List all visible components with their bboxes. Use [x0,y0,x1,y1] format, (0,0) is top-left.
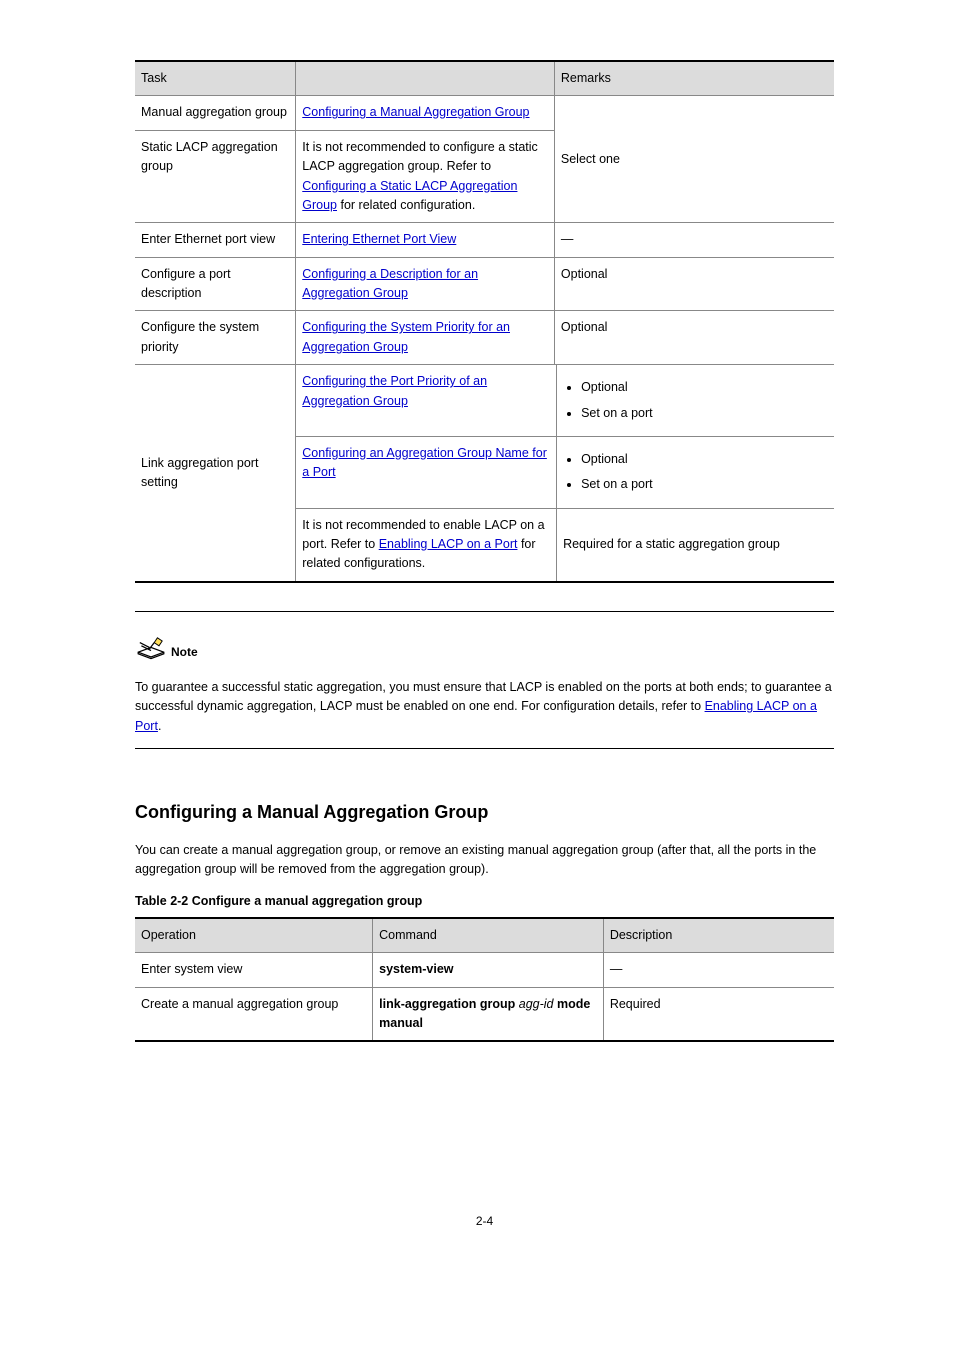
divider [135,611,834,612]
task-table: Task Remarks Manual aggregation group Co… [135,60,834,583]
section-paragraph: You can create a manual aggregation grou… [135,841,834,880]
page-number: 2-4 [135,1212,834,1231]
command-table: Operation Command Description Enter syst… [135,917,834,1043]
cell-remarks: Optional [554,311,834,365]
table-row: Create a manual aggregation group link-a… [135,987,834,1041]
table-row: Manual aggregation group Configuring a M… [135,96,834,130]
cell-config: It is not recommended to configure a sta… [296,130,555,223]
table-row: Configure a port description Configuring… [135,257,834,311]
cell-task: Configure the system priority [135,311,296,365]
cell-config: It is not recommended to enable LACP on … [296,509,557,581]
note-text: To guarantee a successful static aggrega… [135,678,834,736]
cell-command: link-aggregation group agg-id mode manua… [373,987,604,1041]
config-link[interactable]: Entering Ethernet Port View [302,232,456,246]
table-row: Enter system view system-view — [135,953,834,987]
bullet-item: Set on a port [581,404,826,423]
note-label: Note [171,643,198,662]
cell-text: It is not recommended to configure a sta… [302,140,538,173]
cell-task: Static LACP aggregation group [135,130,296,223]
cmd-arg: agg-id [519,997,554,1011]
cell-config: Configuring the System Priority for an A… [296,311,555,365]
config-link[interactable]: Configuring a Manual Aggregation Group [302,105,529,119]
th-operation: Operation [135,918,373,953]
cell-task: Enter Ethernet port view [135,223,296,257]
table-title-number: Table 2-2 [135,894,188,908]
cell-remarks: Select one [554,96,834,223]
section-heading: Configuring a Manual Aggregation Group [135,799,834,827]
cell-config: Configuring the Port Priority of an Aggr… [296,365,557,436]
sub-row: Configuring the Port Priority of an Aggr… [296,365,834,437]
config-link[interactable]: Configuring a Description for an Aggrega… [302,267,478,300]
cell-config: Configuring a Description for an Aggrega… [296,257,555,311]
cell-config: Configuring a Manual Aggregation Group [296,96,555,130]
cell-task: Link aggregation port setting [135,365,296,582]
th-command: Command [373,918,604,953]
divider [135,748,834,749]
config-link[interactable]: Configuring an Aggregation Group Name fo… [302,446,547,479]
note-text-after: . [158,719,161,733]
cell-remarks: Optional [554,257,834,311]
table-row: Enter Ethernet port view Entering Ethern… [135,223,834,257]
config-link[interactable]: Configuring the System Priority for an A… [302,320,510,353]
sub-row: Configuring an Aggregation Group Name fo… [296,437,834,509]
subrows-container: Configuring the Port Priority of an Aggr… [296,365,834,582]
config-link[interactable]: Enabling LACP on a Port [379,537,518,551]
th-remarks: Remarks [554,61,834,96]
table-row: Link aggregation port setting Configurin… [135,365,834,582]
config-link[interactable]: Configuring the Port Priority of an Aggr… [302,374,487,407]
th-task: Task [135,61,296,96]
cell-remarks: Optional Set on a port [557,437,834,508]
cell-remarks: — [554,223,834,257]
table-row: Configure the system priority Configurin… [135,311,834,365]
note-head: Note [135,636,834,662]
bullet-item: Optional [581,378,826,397]
table-title: Table 2-2 Configure a manual aggregation… [135,892,834,911]
cell-remarks: Required for a static aggregation group [557,509,834,581]
cell-command: system-view [373,953,604,987]
cell-operation: Create a manual aggregation group [135,987,373,1041]
bullet-item: Optional [581,450,826,469]
cell-description: Required [603,987,834,1041]
sub-row: It is not recommended to enable LACP on … [296,509,834,581]
cell-remarks: Optional Set on a port [557,365,834,436]
note-block: Note To guarantee a successful static ag… [135,611,834,749]
cell-text: for related configuration. [337,198,475,212]
cell-config: Configuring an Aggregation Group Name fo… [296,437,557,508]
th-blank [296,61,555,96]
cell-config: Entering Ethernet Port View [296,223,555,257]
cell-task: Manual aggregation group [135,96,296,130]
note-icon [135,636,167,662]
cmd-prefix: link-aggregation group [379,997,519,1011]
cell-task: Configure a port description [135,257,296,311]
cell-description: — [603,953,834,987]
table-title-rest: Configure a manual aggregation group [188,894,422,908]
cell-operation: Enter system view [135,953,373,987]
th-description: Description [603,918,834,953]
bullet-item: Set on a port [581,475,826,494]
